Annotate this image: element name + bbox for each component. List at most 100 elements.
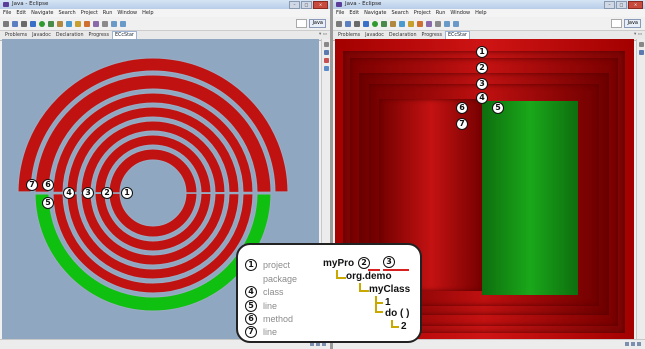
window-title: Java - Eclipse — [12, 1, 49, 7]
menu-search[interactable]: Search — [392, 9, 409, 17]
badge-3: 3 — [383, 256, 395, 268]
minimize-button[interactable]: – — [289, 1, 300, 9]
badge-6: 6 — [42, 179, 54, 191]
legend-label: method — [263, 314, 294, 324]
menu-run[interactable]: Run — [436, 9, 446, 17]
menu-project[interactable]: Project — [81, 9, 98, 17]
menu-bar: File Edit Navigate Search Project Run Wi… — [0, 9, 330, 17]
back-icon[interactable] — [111, 20, 117, 27]
new-class-icon[interactable] — [408, 20, 414, 27]
hierarchy-icon[interactable] — [323, 66, 329, 71]
eclipse-icon — [3, 2, 9, 7]
new-package-icon[interactable] — [399, 20, 405, 27]
toolbar: Java — [333, 17, 645, 31]
title-bar: Java - Eclipse – □ × — [333, 0, 645, 9]
debug-icon[interactable] — [30, 20, 36, 27]
status-icon — [631, 342, 635, 346]
maximize-button[interactable]: □ — [616, 1, 627, 9]
tree-package: org.demo — [346, 271, 392, 282]
new-icon[interactable] — [336, 20, 342, 27]
legend-row-project: 1 project — [245, 259, 290, 271]
search-icon[interactable] — [93, 20, 99, 27]
java-perspective-button[interactable]: Java — [624, 19, 641, 28]
open-type-icon[interactable] — [84, 20, 90, 27]
new-java-project-icon[interactable] — [390, 20, 396, 27]
search-icon[interactable] — [426, 20, 432, 27]
run-icon[interactable] — [372, 20, 378, 27]
open-perspective-button[interactable] — [296, 19, 308, 28]
menu-run[interactable]: Run — [103, 9, 113, 17]
menu-file[interactable]: File — [336, 9, 344, 17]
new-class-icon[interactable] — [75, 20, 81, 27]
menu-edit[interactable]: Edit — [349, 9, 359, 17]
badge-5: 5 — [492, 102, 504, 114]
forward-icon[interactable] — [120, 20, 126, 27]
forward-icon[interactable] — [453, 20, 459, 27]
legend-row-class: 4 class — [245, 286, 284, 298]
external-tools-icon[interactable] — [381, 20, 387, 27]
badge-2: 2 — [101, 187, 113, 199]
menu-help[interactable]: Help — [142, 9, 153, 17]
save-icon[interactable] — [12, 20, 18, 27]
menu-search[interactable]: Search — [59, 9, 76, 17]
external-tools-icon[interactable] — [48, 20, 54, 27]
new-java-project-icon[interactable] — [57, 20, 63, 27]
badge-2: 2 — [476, 62, 488, 74]
badge-3: 3 — [82, 187, 94, 199]
close-button[interactable]: × — [313, 1, 328, 9]
view-menu-icon[interactable]: ▾ ▭ — [634, 32, 642, 37]
save-icon[interactable] — [345, 20, 351, 27]
badge-4: 4 — [476, 92, 488, 104]
minimize-button[interactable]: – — [604, 1, 615, 9]
next-annotation-icon[interactable] — [435, 20, 441, 27]
menu-window[interactable]: Window — [450, 9, 470, 17]
open-type-icon[interactable] — [417, 20, 423, 27]
open-perspective-button[interactable] — [611, 19, 623, 28]
legend-badge: 7 — [245, 326, 257, 338]
badge-4: 4 — [63, 187, 75, 199]
perspective-switcher: Java — [611, 19, 641, 28]
restore-icon[interactable] — [323, 42, 329, 47]
java-perspective-button[interactable]: Java — [309, 19, 326, 28]
task-list-icon[interactable] — [323, 58, 329, 63]
new-package-icon[interactable] — [66, 20, 72, 27]
legend-label: line — [263, 327, 278, 337]
restore-icon[interactable] — [638, 42, 644, 47]
badge-1: 1 — [121, 187, 133, 199]
tree-method: do ( ) — [385, 308, 410, 319]
badge-7: 7 — [26, 179, 38, 191]
print-icon[interactable] — [354, 20, 360, 27]
close-button[interactable]: × — [628, 1, 643, 9]
legend-row-line: 5 line — [245, 300, 277, 312]
tree-connector — [391, 320, 399, 328]
menu-bar: File Edit Navigate Search Project Run Wi… — [333, 9, 645, 17]
window-controls: – □ × — [289, 1, 328, 9]
next-annotation-icon[interactable] — [102, 20, 108, 27]
menu-edit[interactable]: Edit — [16, 9, 26, 17]
menu-navigate[interactable]: Navigate — [364, 9, 386, 17]
debug-icon[interactable] — [363, 20, 369, 27]
eclipse-icon — [336, 2, 342, 7]
tree-connector — [336, 270, 346, 279]
treemap-line-covered[interactable] — [482, 101, 578, 295]
menu-navigate[interactable]: Navigate — [31, 9, 53, 17]
legend-badge: 4 — [245, 286, 257, 298]
back-icon[interactable] — [444, 20, 450, 27]
menu-window[interactable]: Window — [117, 9, 137, 17]
menu-file[interactable]: File — [3, 9, 11, 17]
outline-icon[interactable] — [323, 50, 329, 55]
tree-line-1: 1 — [385, 297, 391, 308]
menu-project[interactable]: Project — [414, 9, 431, 17]
tree-connector — [359, 283, 369, 292]
new-icon[interactable] — [3, 20, 9, 27]
maximize-button[interactable]: □ — [301, 1, 312, 9]
run-icon[interactable] — [39, 20, 45, 27]
outline-icon[interactable] — [638, 50, 644, 55]
status-icon — [637, 342, 641, 346]
title-bar: Java - Eclipse – □ × — [0, 0, 330, 9]
print-icon[interactable] — [21, 20, 27, 27]
toolbar: Java — [0, 17, 330, 31]
window-title: Java - Eclipse — [345, 1, 382, 7]
menu-help[interactable]: Help — [475, 9, 486, 17]
view-menu-icon[interactable]: ▾ ▭ — [319, 32, 327, 37]
